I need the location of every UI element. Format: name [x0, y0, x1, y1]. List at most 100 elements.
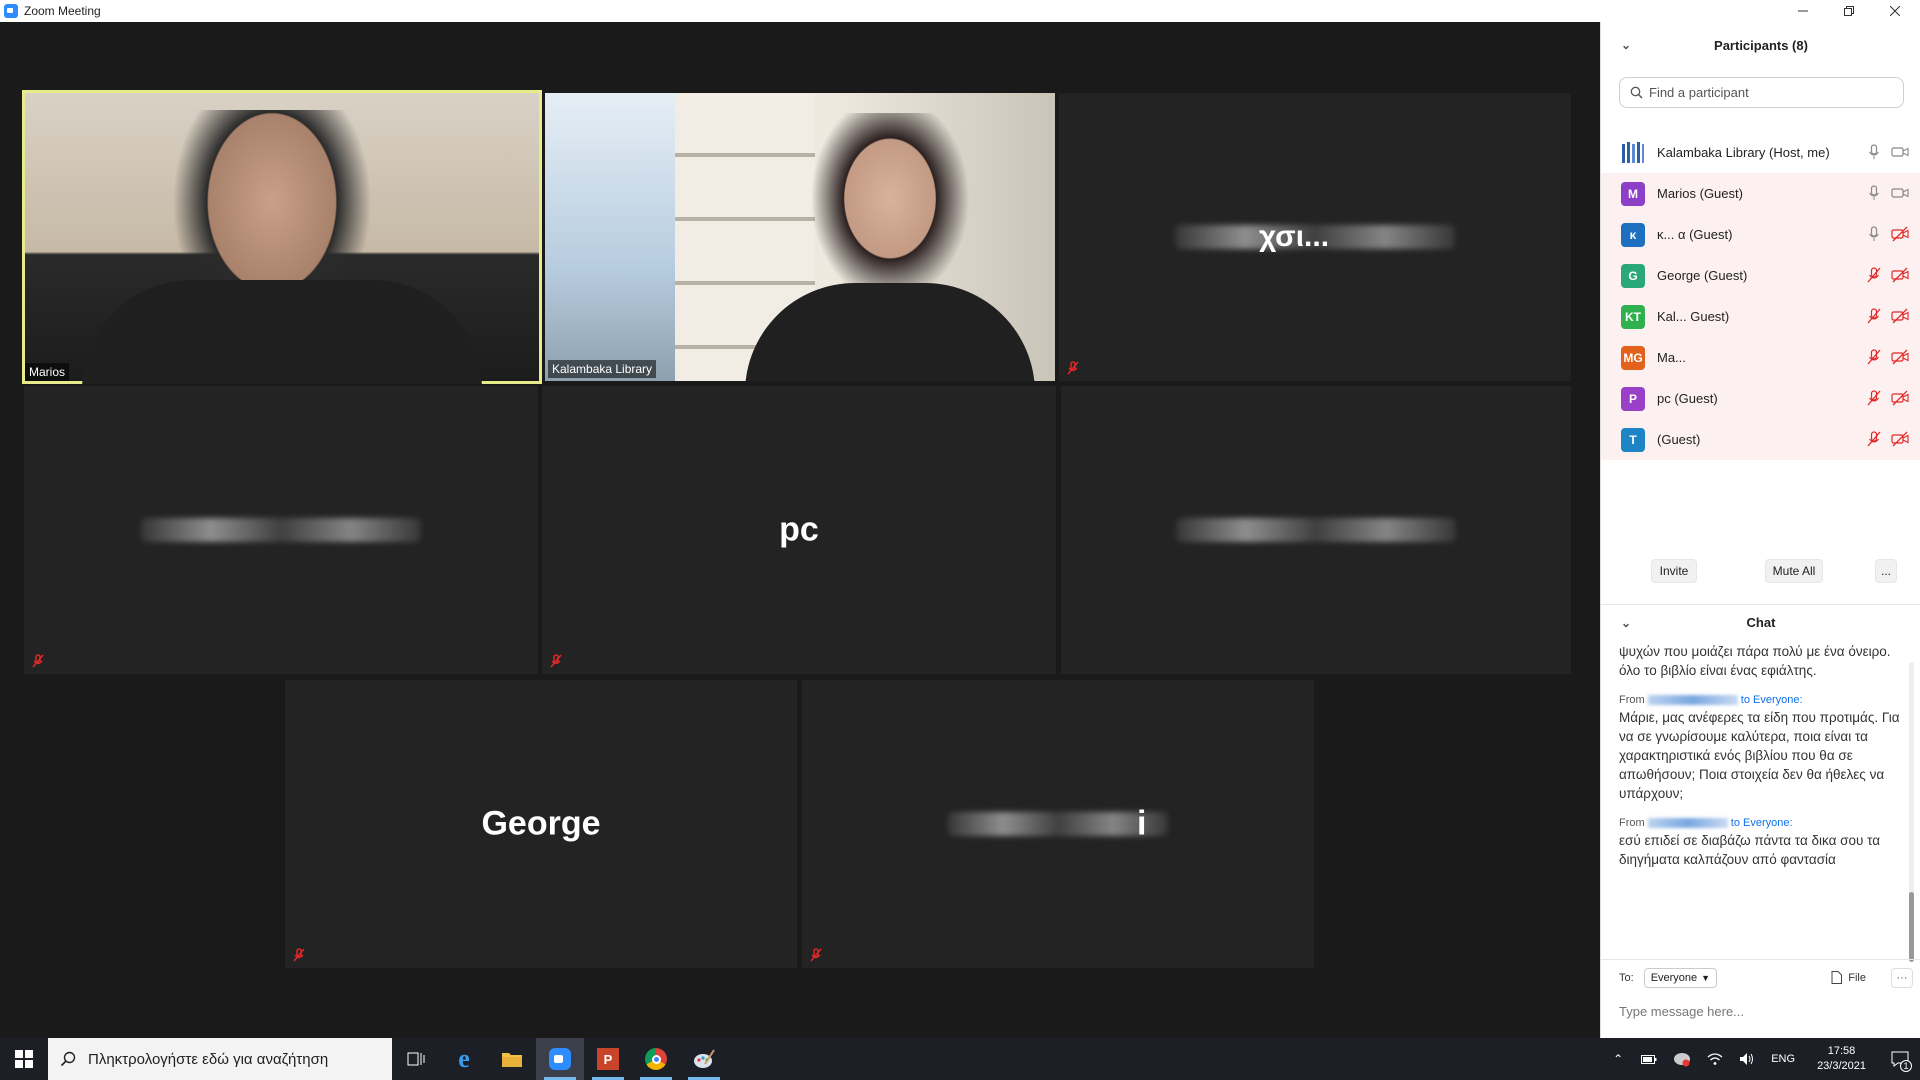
participant-avatar: KT — [1621, 304, 1645, 329]
muted-mic-icon — [32, 654, 44, 668]
chrome-icon — [645, 1048, 667, 1070]
participant-row[interactable]: MG Ma... — [1601, 337, 1920, 378]
video-tile-3[interactable]: χσι... — [1059, 93, 1571, 381]
task-view-button[interactable] — [392, 1038, 440, 1080]
recipient-dropdown[interactable]: Everyone ▼ — [1643, 967, 1718, 988]
camera-icon[interactable] — [1891, 144, 1909, 160]
host-avatar-icon — [1621, 141, 1645, 165]
microphone-icon[interactable] — [1867, 185, 1881, 201]
video-tile-pc[interactable]: pc — [542, 386, 1056, 674]
participant-name: George (Guest) — [1657, 268, 1748, 283]
scrollbar-thumb[interactable] — [1909, 892, 1914, 962]
sender-name-redacted — [1647, 695, 1738, 706]
participant-avatar: P — [1621, 386, 1645, 411]
windows-logo-icon — [15, 1050, 33, 1068]
video-tile-4[interactable] — [24, 386, 538, 674]
microphone-muted-icon[interactable] — [1867, 349, 1881, 365]
chat-recipient: to Everyone: — [1740, 694, 1803, 706]
zoom-icon — [549, 1048, 571, 1070]
zoom-tray-icon[interactable] — [1673, 1051, 1691, 1067]
close-button[interactable] — [1872, 0, 1918, 22]
clock[interactable]: 17:58 23/3/2021 — [1817, 1044, 1866, 1074]
muted-mic-icon — [550, 654, 562, 668]
chat-header: ⌄ Chat — [1601, 604, 1920, 640]
camera-off-icon[interactable] — [1891, 349, 1909, 365]
participant-name: Kalambaka Library (Host, me) — [1657, 145, 1830, 160]
camera-icon[interactable] — [1891, 185, 1909, 201]
wifi-icon[interactable] — [1707, 1052, 1723, 1066]
start-button[interactable] — [0, 1038, 48, 1080]
video-tile-8[interactable]: i — [802, 680, 1314, 968]
camera-off-icon[interactable] — [1891, 308, 1909, 324]
camera-off-icon[interactable] — [1891, 431, 1909, 447]
clock-time: 17:58 — [1827, 1045, 1856, 1057]
task-view-icon — [407, 1052, 425, 1066]
participant-row[interactable]: Kalambaka Library (Host, me) — [1601, 132, 1920, 173]
chat-messages[interactable]: ψυχών που μοιάζει πάρα πολύ με ένα όνειρ… — [1601, 642, 1920, 962]
invite-button[interactable]: Invite — [1651, 559, 1697, 583]
microphone-muted-icon[interactable] — [1867, 431, 1881, 447]
edge-icon: e — [458, 1044, 470, 1073]
microphone-icon[interactable] — [1867, 144, 1881, 160]
participant-search[interactable] — [1619, 77, 1904, 108]
participant-row[interactable]: KT Kal... Guest) — [1601, 296, 1920, 337]
language-indicator[interactable]: ENG — [1771, 1053, 1795, 1065]
participant-row[interactable]: G George (Guest) — [1601, 255, 1920, 296]
search-icon — [1630, 86, 1643, 99]
show-hidden-icons-icon[interactable]: ⌃ — [1613, 1052, 1623, 1066]
participant-avatar: G — [1621, 263, 1645, 288]
collapse-chevron-icon[interactable]: ⌄ — [1621, 38, 1631, 52]
collapse-chevron-icon[interactable]: ⌄ — [1621, 616, 1631, 630]
participant-row[interactable]: Ppc (Guest) — [1601, 378, 1920, 419]
restore-button[interactable] — [1826, 0, 1872, 22]
chat-message-input[interactable] — [1619, 1004, 1909, 1019]
participant-row[interactable]: T (Guest) — [1601, 419, 1920, 460]
participant-name: Marios (Guest) — [1657, 186, 1743, 201]
zoom-taskbar-button[interactable] — [536, 1038, 584, 1080]
recipient-value: Everyone — [1650, 971, 1698, 984]
microphone-muted-icon[interactable] — [1867, 390, 1881, 406]
more-options-button[interactable]: ... — [1875, 559, 1897, 583]
edge-button[interactable]: e — [440, 1038, 488, 1080]
microphone-icon[interactable] — [1867, 226, 1881, 242]
video-tile-george[interactable]: George — [285, 680, 797, 968]
search-icon — [60, 1051, 76, 1067]
camera-off-icon[interactable] — [1891, 390, 1909, 406]
file-button[interactable]: File — [1831, 971, 1866, 984]
chat-message-text: Μάριε, μας ανέφερες τα είδη που προτιμάς… — [1619, 710, 1900, 801]
tile-display-name: George — [481, 804, 601, 843]
microphone-muted-icon[interactable] — [1867, 267, 1881, 283]
chat-message-sender: From to Everyone: — [1619, 817, 1903, 829]
participants-title: Participants (8) — [1714, 37, 1808, 53]
video-tile-marios[interactable]: Marios — [22, 90, 542, 384]
side-panel: ⌄ Participants (8) Kalambaka Library (Ho… — [1600, 22, 1920, 1038]
notifications-button[interactable]: 1 — [1880, 1038, 1920, 1080]
chat-more-button[interactable]: ··· — [1891, 967, 1913, 988]
battery-icon[interactable] — [1641, 1053, 1657, 1065]
taskbar-search[interactable]: Πληκτρολογήστε εδώ για αναζήτηση — [48, 1038, 392, 1080]
microphone-muted-icon[interactable] — [1867, 308, 1881, 324]
video-tile-kalambaka-library[interactable]: Kalambaka Library — [545, 93, 1055, 381]
camera-off-icon[interactable] — [1891, 267, 1909, 283]
minimize-button[interactable] — [1780, 0, 1826, 22]
file-explorer-button[interactable] — [488, 1038, 536, 1080]
participant-row[interactable]: κ κ... α (Guest) — [1601, 214, 1920, 255]
chat-scrollbar[interactable] — [1909, 662, 1914, 962]
muted-mic-icon — [1067, 361, 1079, 375]
chrome-button[interactable] — [632, 1038, 680, 1080]
video-tile-6[interactable] — [1061, 386, 1571, 674]
tile-name-label: Marios — [25, 363, 70, 381]
volume-icon[interactable] — [1739, 1052, 1755, 1066]
from-prefix: From — [1619, 694, 1645, 706]
tile-display-name-tail: i — [1137, 804, 1147, 843]
participant-row[interactable]: M Marios (Guest) — [1601, 173, 1920, 214]
chat-recipient-bar: To: Everyone ▼ File ··· — [1601, 959, 1920, 989]
paint-button[interactable] — [680, 1038, 728, 1080]
file-icon — [1831, 971, 1843, 984]
powerpoint-button[interactable]: P — [584, 1038, 632, 1080]
mute-all-button[interactable]: Mute All — [1765, 559, 1823, 583]
participants-header: ⌄ Participants (8) — [1601, 22, 1920, 68]
participant-name: Ma... — [1657, 350, 1686, 365]
camera-off-icon[interactable] — [1891, 226, 1909, 242]
search-input[interactable] — [1649, 85, 1889, 100]
